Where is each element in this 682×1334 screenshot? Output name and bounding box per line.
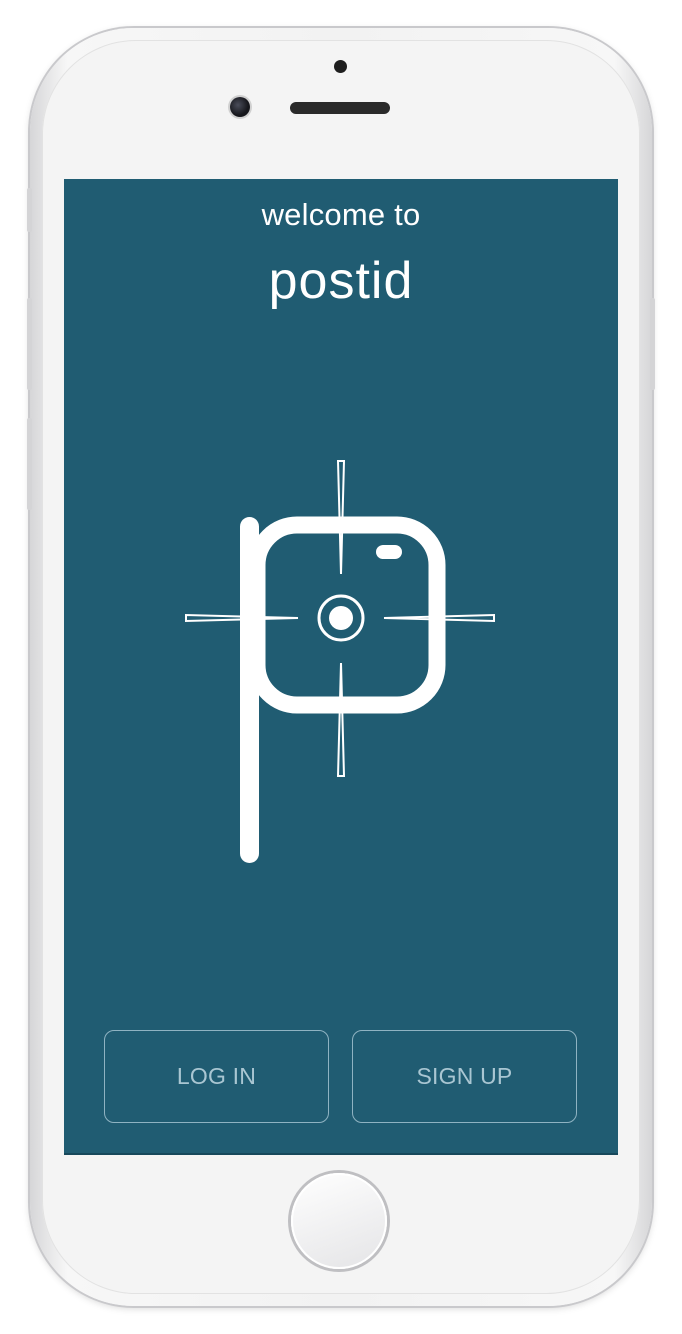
volume-up-button: [27, 298, 32, 390]
app-screen: welcome to postid LOG IN SIGN UP: [64, 179, 618, 1155]
power-button: [650, 298, 655, 390]
signup-button[interactable]: SIGN UP: [352, 1030, 577, 1123]
proximity-sensor: [334, 60, 347, 73]
earpiece-speaker: [290, 102, 390, 114]
mute-switch: [27, 188, 32, 232]
welcome-text: welcome to: [261, 197, 421, 232]
login-button[interactable]: LOG IN: [104, 1030, 329, 1123]
postid-logo-icon: [185, 460, 495, 863]
brand-name: postid: [268, 252, 414, 310]
front-camera: [230, 97, 250, 117]
home-button[interactable]: [291, 1173, 387, 1269]
volume-down-button: [27, 418, 32, 510]
